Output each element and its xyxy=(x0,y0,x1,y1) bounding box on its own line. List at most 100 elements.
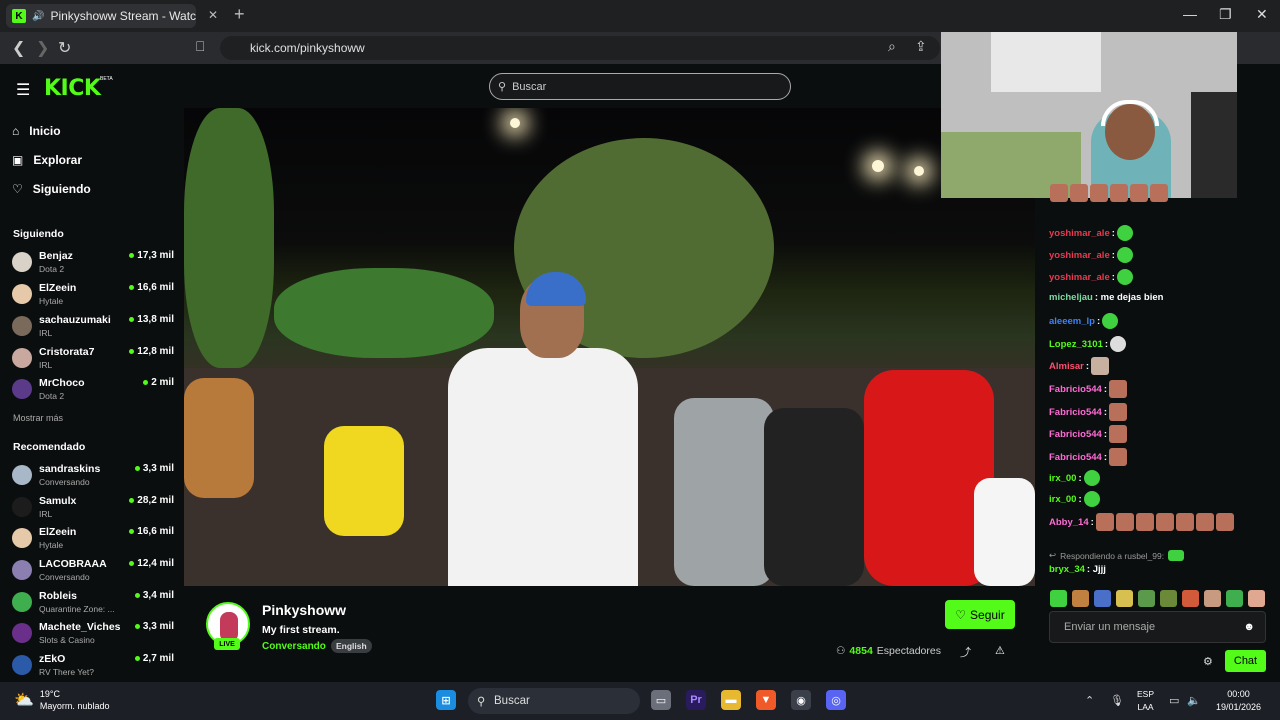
chat-placeholder: Enviar un mensaje xyxy=(1064,621,1156,633)
reply-text: Respondiendo a rusbel_99: xyxy=(1060,550,1165,561)
channel-name: Robleis xyxy=(39,590,77,602)
language-indicator[interactable]: ESP LAA xyxy=(1137,688,1154,714)
sidebar-channel[interactable]: zEkO RV There Yet? 2,7 mil xyxy=(12,653,174,681)
close-tab-icon[interactable]: ✕ xyxy=(208,8,218,22)
chat-text: : xyxy=(1111,227,1115,239)
sidebar-channel[interactable]: LACOBRAAA Conversando 12,4 mil xyxy=(12,558,174,586)
start-icon[interactable]: ⊞ xyxy=(436,690,456,710)
minimize-icon[interactable]: — xyxy=(1183,6,1197,22)
chat-text: : xyxy=(1085,360,1090,372)
channel-category: Conversando xyxy=(39,572,90,582)
chat-input[interactable]: Enviar un mensaje ☻ xyxy=(1049,611,1266,643)
network-icon[interactable]: ▭ xyxy=(1169,694,1179,707)
sidebar-channel[interactable]: Robleis Quarantine Zone: ... 3,4 mil xyxy=(12,590,174,618)
brave-icon[interactable]: ▼ xyxy=(756,690,776,710)
chat-username[interactable]: Abby_14 xyxy=(1049,517,1089,528)
premiere-icon[interactable]: Pr xyxy=(686,690,706,710)
close-window-icon[interactable]: ✕ xyxy=(1256,6,1268,23)
viewer-count: ⚇ 4854 Espectadores xyxy=(836,645,941,657)
back-icon[interactable]: ❮ xyxy=(12,38,25,58)
clock[interactable]: 00:00 19/01/2026 xyxy=(1216,688,1261,714)
chat-message: yoshimar_ale: xyxy=(1049,247,1133,263)
viewers-icon: ⚇ xyxy=(836,645,846,657)
chat-username[interactable]: micheljau xyxy=(1049,292,1093,303)
chat-username[interactable]: Fabricio544 xyxy=(1049,452,1102,463)
forward-icon[interactable]: ❯ xyxy=(36,38,49,58)
sidebar-channel[interactable]: ElZeein Hytale 16,6 mil xyxy=(12,526,174,554)
obs-icon[interactable]: ◉ xyxy=(791,690,811,710)
emote-bar[interactable] xyxy=(1050,590,1265,607)
bookmark-icon[interactable]: ⎕ xyxy=(196,38,204,55)
task-view-icon[interactable]: ▭ xyxy=(651,690,671,710)
send-chat-button[interactable]: Chat xyxy=(1225,650,1266,672)
sidebar-channel[interactable]: Benjaz Dota 2 17,3 mil xyxy=(12,250,174,278)
share-page-icon[interactable]: ⇪ xyxy=(915,38,927,55)
tray-chevron-icon[interactable]: ⌃ xyxy=(1085,694,1094,707)
stream-category[interactable]: Conversando xyxy=(262,641,326,652)
kick-logo[interactable]: KICK xyxy=(44,76,101,101)
sidebar-channel[interactable]: MrChoco Dota 2 2 mil xyxy=(12,377,174,405)
avatar xyxy=(12,348,32,368)
viewer-count: 3,3 mil xyxy=(134,463,174,474)
chat-username[interactable]: yoshimar_ale xyxy=(1049,228,1110,239)
chat-username[interactable]: irx_00 xyxy=(1049,494,1076,505)
viewer-count: 16,6 mil xyxy=(129,282,174,293)
chat-username[interactable]: Fabricio544 xyxy=(1049,429,1102,440)
reload-icon[interactable]: ↻ xyxy=(58,38,71,58)
channel-name: Samulx xyxy=(39,495,77,507)
report-icon[interactable]: ⚠ xyxy=(995,644,1005,657)
channel-name: LACOBRAAA xyxy=(39,558,107,570)
menu-icon[interactable]: ☰ xyxy=(16,80,30,100)
chat-username[interactable]: irx_00 xyxy=(1049,473,1076,484)
nav-home[interactable]: ⌂ Inicio xyxy=(12,124,61,138)
file-explorer-icon[interactable]: ▬ xyxy=(721,690,741,710)
chat-text: : xyxy=(1096,315,1101,327)
emote-icon xyxy=(1108,403,1127,421)
search-input[interactable]: ⚲ Buscar xyxy=(489,73,791,100)
follow-label: Seguir xyxy=(970,607,1005,622)
chat-username[interactable]: Fabricio544 xyxy=(1049,384,1102,395)
language-tag[interactable]: English xyxy=(331,639,372,653)
share-icon[interactable]: ⤴ xyxy=(960,644,971,660)
url-field[interactable]: kick.com/pinkyshoww xyxy=(220,36,940,60)
volume-icon[interactable]: 🔈 xyxy=(1187,694,1201,707)
chat-message: bryx_34: Jjjj xyxy=(1049,564,1106,575)
follow-button[interactable]: ♡ Seguir xyxy=(945,600,1015,629)
gear-icon[interactable]: ⚙ xyxy=(1203,655,1213,668)
channel-category: IRL xyxy=(39,328,53,338)
maximize-icon[interactable]: ❐ xyxy=(1219,6,1232,23)
chat-username[interactable]: Fabricio544 xyxy=(1049,407,1102,418)
avatar xyxy=(12,592,32,612)
chat-message: yoshimar_ale: xyxy=(1049,269,1133,285)
new-tab-icon[interactable]: + xyxy=(234,4,245,25)
channel-name: sandraskins xyxy=(39,463,101,475)
speaker-icon: 🔊 xyxy=(32,10,45,22)
nav-following[interactable]: ♡ Siguiendo xyxy=(12,182,91,196)
taskbar-search[interactable]: ⚲ Buscar xyxy=(468,688,640,714)
chat-username[interactable]: bryx_34 xyxy=(1049,564,1085,575)
emote-icon xyxy=(1102,313,1119,329)
show-more-link[interactable]: Mostrar más xyxy=(13,413,63,423)
chat-username[interactable]: yoshimar_ale xyxy=(1049,272,1110,283)
discord-icon[interactable]: ◎ xyxy=(826,690,846,710)
viewer-count: 3,3 mil xyxy=(134,621,174,632)
zoom-icon[interactable]: ⌕ xyxy=(888,38,896,55)
weather-widget[interactable]: ⛅ 19°C Mayorm. nublado xyxy=(14,688,109,712)
nav-explore[interactable]: ▣ Explorar xyxy=(12,153,82,167)
sidebar-channel[interactable]: Machete_Viches Slots & Casino 3,3 mil xyxy=(12,621,174,649)
emoji-icon[interactable]: ☻ xyxy=(1243,621,1255,633)
sidebar-channel[interactable]: ElZeein Hytale 16,6 mil xyxy=(12,282,174,310)
sidebar-channel[interactable]: sachauzumaki IRL 13,8 mil xyxy=(12,314,174,342)
browser-tab[interactable]: K 🔊 Pinkyshoww Stream - Watch Li xyxy=(6,4,196,28)
video-player[interactable] xyxy=(184,108,1035,586)
sidebar-channel[interactable]: Samulx IRL 28,2 mil xyxy=(12,495,174,523)
sidebar-channel[interactable]: Cristorata7 IRL 12,8 mil xyxy=(12,346,174,374)
chat-username[interactable]: Lopez_3101 xyxy=(1049,339,1103,350)
chat-username[interactable]: yoshimar_ale xyxy=(1049,250,1110,261)
microphone-icon[interactable]: 🎙 xyxy=(1110,694,1124,707)
streamer-name[interactable]: Pinkyshoww xyxy=(262,602,346,618)
chat-username[interactable]: aleeem_lp xyxy=(1049,316,1095,327)
sidebar-channel[interactable]: sandraskins Conversando 3,3 mil xyxy=(12,463,174,491)
emote-icon xyxy=(1110,336,1127,352)
chat-username[interactable]: Almisar xyxy=(1049,361,1084,372)
